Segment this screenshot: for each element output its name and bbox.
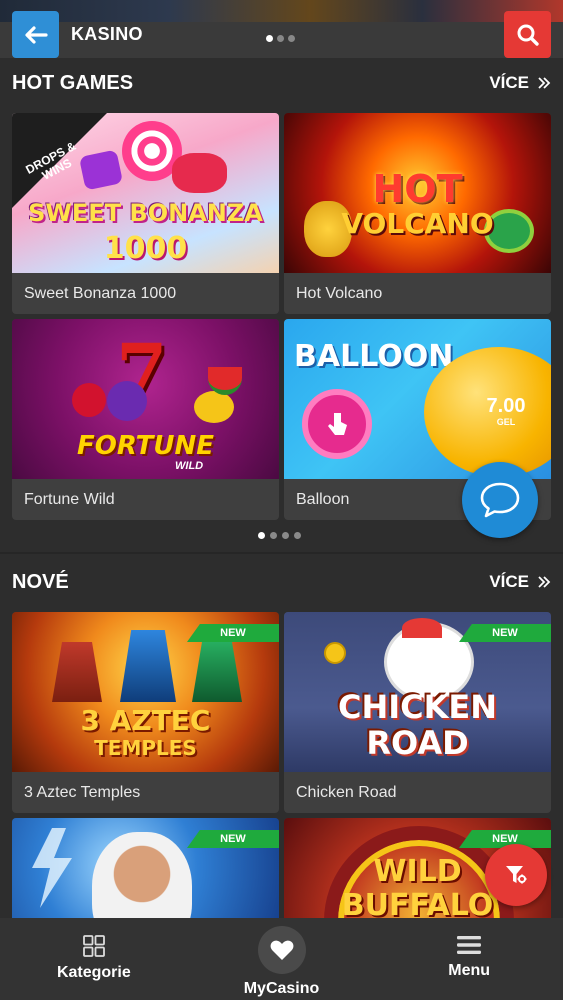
hot-games-more-link[interactable]: VÍCE bbox=[489, 73, 551, 93]
nav-label: MyCasino bbox=[243, 980, 320, 997]
game-card-chicken-road[interactable]: CHICKEN ROAD NEW Chicken Road bbox=[284, 612, 551, 813]
game-logo-sub: 1000 bbox=[103, 231, 188, 266]
multiplier-value: 7.00 bbox=[486, 395, 526, 417]
heart-candy-graphic bbox=[172, 153, 227, 193]
cherry-graphic bbox=[72, 383, 106, 417]
heart-icon bbox=[270, 940, 293, 960]
banner-dot[interactable] bbox=[266, 35, 273, 42]
nav-label: Kategorie bbox=[56, 964, 131, 981]
game-logo-sub: VOLCANO bbox=[341, 207, 494, 240]
coin-graphic bbox=[324, 642, 346, 664]
game-thumbnail: DROPS & WINS SWEET BONANZA 1000 bbox=[12, 113, 279, 273]
lemon-graphic bbox=[194, 391, 234, 423]
grape-graphic bbox=[107, 381, 147, 421]
candy-graphic bbox=[78, 149, 124, 191]
new-badge: NEW bbox=[459, 624, 551, 642]
hamburger-menu-icon bbox=[457, 936, 482, 954]
game-card-3-aztec-temples[interactable]: 3 AZTEC TEMPLES NEW 3 Aztec Temples bbox=[12, 612, 279, 813]
game-thumbnail: CHICKEN ROAD NEW bbox=[284, 612, 551, 772]
nav-item-kategorie[interactable]: Kategorie bbox=[0, 918, 188, 1000]
more-label: VÍCE bbox=[489, 572, 529, 591]
banner-dot[interactable] bbox=[277, 35, 284, 42]
chat-button[interactable] bbox=[462, 462, 538, 538]
game-logo: BALLOON bbox=[294, 339, 454, 374]
temple-graphic bbox=[52, 642, 102, 702]
temple-graphic bbox=[192, 642, 242, 702]
nav-label: Menu bbox=[448, 962, 491, 979]
game-thumbnail: 3 AZTEC TEMPLES NEW bbox=[12, 612, 279, 772]
arrow-left-icon bbox=[24, 25, 48, 44]
filter-button[interactable] bbox=[485, 844, 547, 906]
hot-games-header: HOT GAMES VÍCE bbox=[12, 71, 551, 95]
game-logo-sub: WILD bbox=[175, 460, 204, 472]
search-icon bbox=[517, 24, 539, 46]
search-button[interactable] bbox=[504, 11, 551, 58]
temple-graphic bbox=[120, 630, 176, 702]
hot-games-title: HOT GAMES bbox=[12, 71, 134, 94]
game-name: Sweet Bonanza 1000 bbox=[24, 284, 177, 302]
pager-dot[interactable] bbox=[294, 532, 301, 539]
game-card-sweet-bonanza[interactable]: DROPS & WINS SWEET BONANZA 1000 Sweet Bo… bbox=[12, 113, 279, 314]
filter-icon bbox=[506, 866, 527, 884]
currency-label: GEL bbox=[496, 417, 516, 427]
back-button[interactable] bbox=[12, 11, 59, 58]
banner-dot[interactable] bbox=[288, 35, 295, 42]
double-chevron-right-icon bbox=[538, 576, 551, 588]
hand-pointer-icon bbox=[328, 413, 347, 435]
new-games-more-link[interactable]: VÍCE bbox=[489, 572, 551, 592]
hot-games-grid: DROPS & WINS SWEET BONANZA 1000 Sweet Bo… bbox=[12, 113, 551, 520]
casino-page: KASINO HOT GAMES VÍCE DROPS & WINS SWEET… bbox=[0, 0, 563, 1000]
game-logo: SWEET BONANZA bbox=[28, 199, 263, 227]
pager-dot[interactable] bbox=[270, 532, 277, 539]
game-card-hot-volcano[interactable]: HOT VOLCANO Hot Volcano bbox=[284, 113, 551, 314]
double-chevron-right-icon bbox=[538, 77, 551, 89]
nav-item-mycasino[interactable]: MyCasino bbox=[188, 918, 376, 1000]
page-title: KASINO bbox=[71, 24, 143, 44]
new-games-title: NOVÉ bbox=[12, 570, 69, 593]
chicken-comb-graphic bbox=[402, 618, 442, 638]
more-label: VÍCE bbox=[489, 73, 529, 92]
game-thumbnail: 7 FORTUNE WILD bbox=[12, 319, 279, 479]
game-name: Fortune Wild bbox=[24, 490, 115, 508]
hot-games-pager[interactable] bbox=[258, 532, 301, 539]
top-header: KASINO bbox=[0, 0, 563, 58]
game-name: 3 Aztec Temples bbox=[24, 783, 141, 801]
heart-circle bbox=[257, 926, 306, 974]
new-badge: NEW bbox=[187, 830, 279, 848]
game-logo: 3 AZTEC bbox=[80, 704, 211, 737]
game-logo-sub: TEMPLES bbox=[94, 736, 197, 760]
game-logo: FORTUNE bbox=[76, 431, 215, 461]
lightning-graphic bbox=[32, 828, 72, 908]
pager-dot[interactable] bbox=[282, 532, 289, 539]
game-thumbnail: HOT VOLCANO bbox=[284, 113, 551, 273]
banner-pager[interactable] bbox=[266, 35, 295, 42]
grid-icon bbox=[82, 935, 105, 957]
bottom-navigation: Kategorie MyCasino Menu bbox=[0, 918, 563, 1000]
new-badge: NEW bbox=[187, 624, 279, 642]
pager-dot[interactable] bbox=[258, 532, 265, 539]
watermelon-graphic bbox=[208, 367, 242, 395]
game-logo: CHICKEN bbox=[337, 688, 498, 726]
tap-button-graphic bbox=[302, 389, 372, 459]
game-name: Chicken Road bbox=[296, 783, 397, 801]
top-banner[interactable] bbox=[0, 0, 563, 22]
game-logo-sub: ROAD bbox=[366, 724, 469, 762]
new-games-header: NOVÉ VÍCE bbox=[12, 570, 551, 594]
game-card-fortune-wild[interactable]: 7 FORTUNE WILD Fortune Wild bbox=[12, 319, 279, 520]
game-thumbnail: BALLOON 7.00 GEL bbox=[284, 319, 551, 479]
game-logo: HOT bbox=[372, 167, 463, 211]
game-name: Hot Volcano bbox=[296, 284, 383, 302]
chat-bubble-icon bbox=[480, 482, 520, 518]
nav-item-menu[interactable]: Menu bbox=[375, 918, 563, 1000]
section-divider bbox=[0, 552, 563, 554]
